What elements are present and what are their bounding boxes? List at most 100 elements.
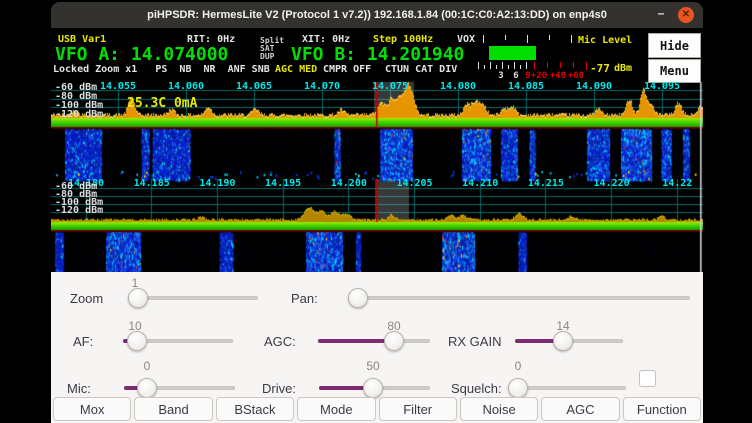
dbm-scale-label: -120 dBm (55, 109, 103, 120)
drive-slider-label: Drive: (262, 381, 296, 396)
mic-level-tick (527, 35, 528, 43)
status-indicators: Locked Zoom x1 PS NB NR ANF SNB (53, 64, 270, 75)
window-titlebar: piHPSDR: HermesLite V2 (Protocol 1 v7.2)… (51, 2, 703, 28)
zoom-slider-thumb[interactable] (128, 288, 148, 308)
bottom-button-mox[interactable]: Mox (53, 397, 131, 421)
panadapter2-waterfall-region[interactable] (51, 231, 703, 272)
agc-status: AGC MED (275, 64, 317, 75)
compressor-status: CMPR OFF (323, 64, 371, 75)
bottom-button-mode[interactable]: Mode (297, 397, 375, 421)
dbm-scale-label: -120 dBm (55, 205, 103, 216)
vfo-b-display[interactable]: VFO B: 14.201940 (291, 44, 464, 65)
menu-button[interactable]: Menu (648, 59, 701, 83)
bottom-button-bstack[interactable]: BStack (216, 397, 294, 421)
s-meter-tick (502, 62, 503, 69)
s-meter-tick (520, 65, 521, 69)
bottom-button-filter[interactable]: Filter (379, 397, 457, 421)
s-meter-tick-red (547, 62, 548, 68)
frequency-label: 14.195 (265, 178, 301, 189)
frequency-label: 14.215 (528, 178, 564, 189)
bottom-button-band[interactable]: Band (134, 397, 212, 421)
close-button[interactable]: ✕ (678, 7, 694, 23)
dup-indicator[interactable]: DUP (260, 52, 274, 61)
s-meter-tick (508, 65, 509, 69)
s-meter-tick (514, 62, 515, 69)
s-meter-tick (484, 65, 485, 69)
s-meter-tick-red (560, 62, 561, 68)
squelch-enable-checkbox[interactable] (639, 370, 656, 387)
squelch-slider-label: Squelch: (451, 381, 502, 396)
frequency-label: 14.190 (199, 178, 235, 189)
mic-level-tick (571, 35, 572, 43)
radio-display: USB Var1 RIT: 0Hz Split SAT DUP XIT: 0Hz… (51, 28, 703, 272)
rx-gain-slider[interactable] (515, 339, 623, 343)
frequency-label: 14.055 (100, 81, 136, 92)
frequency-label: 14.220 (594, 178, 630, 189)
drive-slider-value: 50 (366, 359, 379, 373)
s-meter-scale-number: +40 (550, 71, 566, 81)
window-title: piHPSDR: HermesLite V2 (Protocol 1 v7.2)… (51, 9, 703, 21)
s-meter-bar (489, 46, 536, 60)
frequency-label: 14.200 (331, 178, 367, 189)
s-meter-tick-red (573, 62, 574, 68)
mic-slider[interactable] (124, 386, 235, 390)
zoom-slider[interactable] (128, 296, 258, 300)
frequency-label: 14.065 (236, 81, 272, 92)
vfo-a-display[interactable]: VFO A: 14.074000 (55, 44, 228, 65)
panadapter1-waterfall-region[interactable] (51, 129, 703, 179)
frequency-label: 14.080 (440, 81, 476, 92)
ctun-cat-div-status: CTUN CAT DIV (385, 64, 457, 75)
pan-slider-label: Pan: (291, 291, 318, 306)
s-meter-scale-number: +20 (531, 71, 547, 81)
s-meter-scale-number: +60 (568, 71, 584, 81)
drive-slider[interactable] (319, 386, 430, 390)
agc-slider-label: AGC: (264, 334, 296, 349)
mic-level-tick (505, 35, 506, 40)
af-slider[interactable] (123, 339, 233, 343)
drive-slider-thumb[interactable] (363, 378, 383, 398)
frequency-label: 14.185 (134, 178, 170, 189)
squelch-slider-value: 0 (515, 359, 522, 373)
frequency-label: 14.075 (372, 81, 408, 92)
agc-slider-fill (318, 339, 394, 343)
mic-slider-value: 0 (144, 359, 151, 373)
squelch-slider-thumb[interactable] (508, 378, 528, 398)
zoom-slider-label: Zoom (70, 291, 103, 306)
frequency-label: 14.060 (168, 81, 204, 92)
frequency-label: 14.085 (508, 81, 544, 92)
s-meter-tick (478, 62, 479, 69)
s-meter-tick (490, 62, 491, 69)
squelch-slider[interactable] (508, 386, 626, 390)
frequency-label: 14.210 (462, 178, 498, 189)
temperature-current-readout: 25.3C 0mA (127, 96, 197, 111)
control-panel: Zoom 1 Pan: AF: 10 AGC: 80 RX GAIN 14 (51, 272, 703, 423)
frequency-label: 14.22 (662, 178, 692, 189)
rx-gain-slider-label: RX GAIN (448, 334, 501, 349)
mic-slider-thumb[interactable] (137, 378, 157, 398)
bottom-button-noise[interactable]: Noise (460, 397, 538, 421)
s-meter-reading: -77 (590, 62, 610, 75)
bottom-button-row: MoxBandBStackModeFilterNoiseAGCFunction (53, 397, 701, 421)
bottom-button-agc[interactable]: AGC (541, 397, 619, 421)
bottom-button-function[interactable]: Function (623, 397, 701, 421)
mic-level-label: Mic Level (578, 35, 632, 46)
hide-button[interactable]: Hide (648, 33, 701, 58)
app-window: piHPSDR: HermesLite V2 (Protocol 1 v7.2)… (51, 2, 703, 423)
agc-slider[interactable] (318, 339, 430, 343)
s-meter-tick (526, 62, 527, 69)
s-meter-tick (496, 65, 497, 69)
s-meter-scale-number: 3 (498, 71, 503, 81)
rx-gain-slider-thumb[interactable] (553, 331, 573, 351)
pan-slider[interactable] (348, 296, 690, 300)
minimize-button[interactable]: – (653, 6, 669, 22)
mic-level-tick (483, 35, 484, 43)
s-meter-unit: dBm (614, 63, 632, 74)
frequency-label: 14.070 (304, 81, 340, 92)
pan-slider-thumb[interactable] (348, 288, 368, 308)
af-slider-thumb[interactable] (127, 331, 147, 351)
agc-slider-thumb[interactable] (384, 331, 404, 351)
mic-level-tick (549, 35, 550, 40)
frequency-label: 14.205 (396, 178, 432, 189)
s-meter-tick-red (534, 62, 535, 70)
s-meter-scale-number: 6 (513, 71, 518, 81)
